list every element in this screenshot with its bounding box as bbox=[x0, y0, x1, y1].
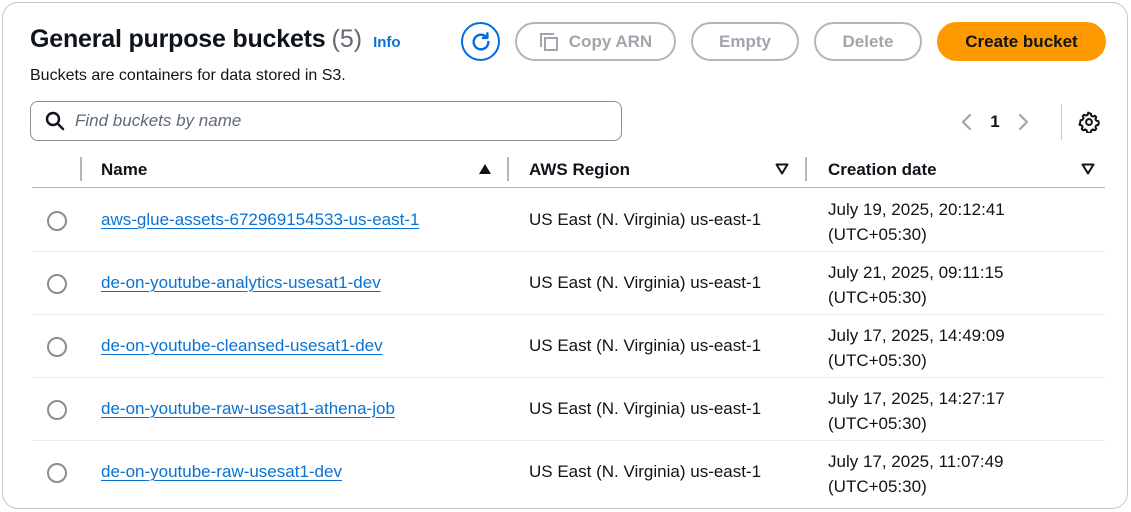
bucket-name-link[interactable]: de-on-youtube-raw-usesat1-dev bbox=[101, 462, 342, 482]
column-header-region[interactable]: AWS Region bbox=[529, 160, 630, 180]
pagination-divider bbox=[1061, 104, 1062, 140]
copy-icon bbox=[539, 32, 559, 52]
page-title: General purpose buckets bbox=[30, 25, 326, 53]
bucket-name-link[interactable]: de-on-youtube-analytics-usesat1-dev bbox=[101, 273, 381, 293]
row-select-radio[interactable] bbox=[47, 211, 67, 231]
bucket-name-link[interactable]: de-on-youtube-cleansed-usesat1-dev bbox=[101, 336, 383, 356]
sort-caret-down-icon[interactable] bbox=[775, 163, 789, 175]
bucket-creation-date: July 17, 2025, 11:07:49 (UTC+05:30) bbox=[828, 449, 1004, 499]
chevron-left-icon[interactable] bbox=[953, 112, 981, 132]
delete-button[interactable]: Delete bbox=[814, 22, 922, 61]
buckets-panel: General purpose buckets (5) Info Buckets… bbox=[2, 2, 1128, 509]
row-select-radio[interactable] bbox=[47, 463, 67, 483]
creation-timezone: (UTC+05:30) bbox=[828, 414, 927, 433]
copy-arn-button[interactable]: Copy ARN bbox=[515, 22, 676, 61]
bucket-region: US East (N. Virginia) us-east-1 bbox=[529, 210, 762, 229]
table-row: de-on-youtube-raw-usesat1-dev US East (N… bbox=[32, 441, 1105, 504]
sort-ascending-icon[interactable] bbox=[478, 163, 492, 175]
pagination: 1 bbox=[953, 108, 1037, 136]
creation-datetime: July 21, 2025, 09:11:15 bbox=[828, 263, 1004, 282]
info-link[interactable]: Info bbox=[373, 34, 401, 51]
refresh-button[interactable] bbox=[461, 22, 500, 61]
column-divider bbox=[80, 157, 82, 181]
bucket-region: US East (N. Virginia) us-east-1 bbox=[529, 462, 762, 481]
search-icon bbox=[45, 111, 65, 131]
bucket-creation-date: July 17, 2025, 14:49:09 (UTC+05:30) bbox=[828, 323, 1005, 373]
column-header-name[interactable]: Name bbox=[101, 160, 147, 180]
column-divider bbox=[805, 157, 807, 181]
gear-icon bbox=[1078, 111, 1100, 133]
bucket-region: US East (N. Virginia) us-east-1 bbox=[529, 399, 762, 418]
sort-caret-down-icon[interactable] bbox=[1081, 163, 1095, 175]
chevron-right-icon[interactable] bbox=[1009, 112, 1037, 132]
table-row: de-on-youtube-cleansed-usesat1-dev US Ea… bbox=[32, 315, 1105, 378]
create-bucket-button[interactable]: Create bucket bbox=[937, 22, 1106, 61]
bucket-creation-date: July 17, 2025, 14:27:17 (UTC+05:30) bbox=[828, 386, 1005, 436]
table-row: de-on-youtube-raw-usesat1-athena-job US … bbox=[32, 378, 1105, 441]
bucket-region: US East (N. Virginia) us-east-1 bbox=[529, 336, 762, 355]
creation-datetime: July 19, 2025, 20:12:41 bbox=[828, 200, 1005, 219]
panel-header: General purpose buckets (5) Info bbox=[30, 25, 401, 54]
table-row: de-on-youtube-analytics-usesat1-dev US E… bbox=[32, 252, 1105, 315]
column-divider bbox=[507, 157, 509, 181]
table-settings-button[interactable] bbox=[1077, 110, 1101, 134]
table-row: aws-glue-assets-672969154533-us-east-1 U… bbox=[32, 189, 1105, 252]
bucket-creation-date: July 21, 2025, 09:11:15 (UTC+05:30) bbox=[828, 260, 1004, 310]
bucket-region: US East (N. Virginia) us-east-1 bbox=[529, 273, 762, 292]
column-header-creation-date[interactable]: Creation date bbox=[828, 160, 937, 180]
current-page[interactable]: 1 bbox=[981, 112, 1009, 132]
refresh-icon bbox=[470, 31, 492, 53]
table-header: Name AWS Region Creation date bbox=[32, 151, 1105, 188]
row-select-radio[interactable] bbox=[47, 400, 67, 420]
bucket-name-link[interactable]: de-on-youtube-raw-usesat1-athena-job bbox=[101, 399, 395, 419]
bucket-creation-date: July 19, 2025, 20:12:41 (UTC+05:30) bbox=[828, 197, 1005, 247]
creation-timezone: (UTC+05:30) bbox=[828, 225, 927, 244]
creation-timezone: (UTC+05:30) bbox=[828, 351, 927, 370]
bucket-count: (5) bbox=[331, 25, 363, 53]
copy-arn-label: Copy ARN bbox=[568, 31, 653, 51]
empty-button[interactable]: Empty bbox=[691, 22, 799, 61]
bucket-name-link[interactable]: aws-glue-assets-672969154533-us-east-1 bbox=[101, 210, 419, 230]
row-select-radio[interactable] bbox=[47, 337, 67, 357]
creation-datetime: July 17, 2025, 11:07:49 bbox=[828, 452, 1004, 471]
search-box bbox=[30, 101, 622, 141]
creation-timezone: (UTC+05:30) bbox=[828, 477, 927, 496]
creation-timezone: (UTC+05:30) bbox=[828, 288, 927, 307]
creation-datetime: July 17, 2025, 14:27:17 bbox=[828, 389, 1005, 408]
panel-description: Buckets are containers for data stored i… bbox=[30, 67, 346, 84]
creation-datetime: July 17, 2025, 14:49:09 bbox=[828, 326, 1005, 345]
search-input[interactable] bbox=[75, 111, 595, 131]
row-select-radio[interactable] bbox=[47, 274, 67, 294]
